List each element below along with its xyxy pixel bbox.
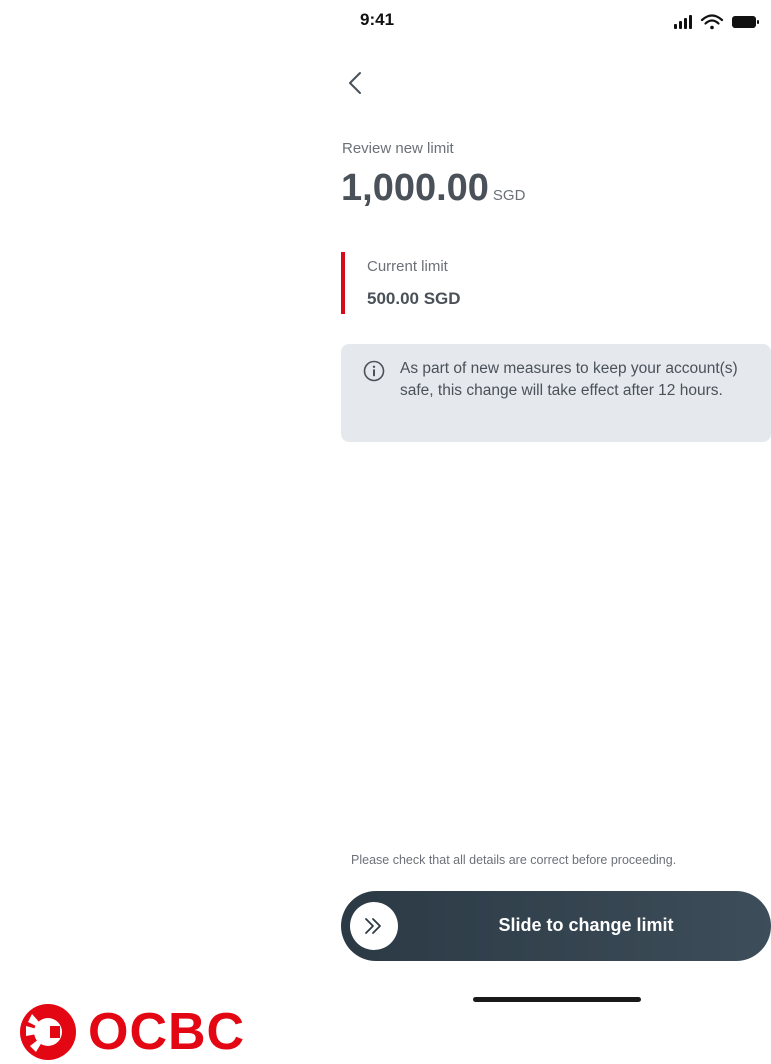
home-indicator — [473, 997, 641, 1002]
current-limit-label: Current limit — [367, 258, 448, 275]
new-limit-amount: 1,000.00 SGD — [341, 167, 525, 210]
slider-label: Slide to change limit — [498, 915, 674, 935]
ocbc-wordmark: OCBC — [88, 1003, 246, 1061]
status-icons — [672, 12, 764, 32]
status-time: 9:41 — [360, 10, 395, 29]
review-limit-screen: 9:41 Review new limit 1,000.00 SGD Curre… — [0, 0, 771, 1064]
chevron-left-icon — [349, 72, 361, 94]
signal-icon — [674, 15, 692, 29]
wifi-icon — [700, 14, 724, 30]
ocbc-emblem-icon — [20, 1004, 76, 1060]
info-icon — [363, 360, 385, 382]
current-limit-block: Current limit 500.00 SGD — [341, 252, 645, 314]
info-notice-text: As part of new measures to keep your acc… — [400, 360, 738, 399]
back-button[interactable] — [340, 66, 370, 100]
battery-icon — [732, 16, 759, 28]
confirmation-note: Please check that all details are correc… — [351, 853, 677, 867]
slide-to-change-limit-slider[interactable]: Slide to change limit — [341, 891, 771, 961]
ocbc-logo: OCBC — [16, 1002, 276, 1062]
info-notice: As part of new measures to keep your acc… — [341, 344, 771, 442]
new-limit-currency: SGD — [492, 187, 526, 204]
new-limit-value: 1,000.00 — [341, 167, 489, 209]
current-limit-value: 500.00 SGD — [367, 289, 461, 308]
review-new-limit-label: Review new limit — [342, 140, 454, 157]
